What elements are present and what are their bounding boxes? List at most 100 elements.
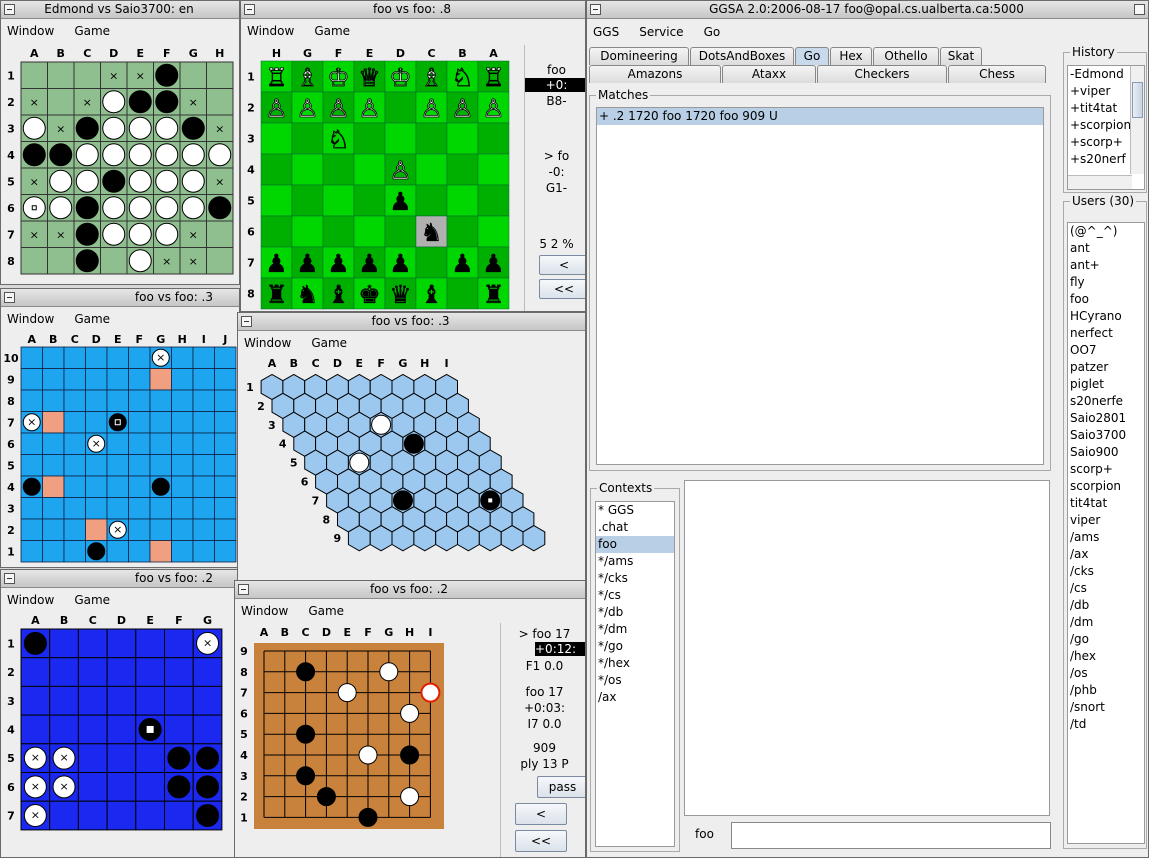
user-item[interactable]: (@^_^) — [1068, 223, 1144, 240]
user-item[interactable]: /os — [1068, 665, 1144, 682]
tab-amazons[interactable]: Amazons — [589, 65, 721, 83]
chat-input[interactable] — [731, 822, 1051, 849]
pass-button[interactable]: pass — [537, 776, 585, 798]
menu-ggs[interactable]: GGS — [593, 25, 619, 39]
menu-go[interactable]: Go — [704, 25, 721, 39]
chess-titlebar[interactable]: foo vs foo: .8 — [241, 1, 585, 19]
menu-window[interactable]: Window — [244, 336, 291, 350]
window-menu-icon[interactable] — [4, 573, 15, 584]
menu-game[interactable]: Game — [308, 604, 344, 618]
matches-list[interactable]: + .2 1720 foo 1720 foo 909 U — [596, 107, 1044, 465]
user-item[interactable]: /snort — [1068, 699, 1144, 716]
window-menu-icon[interactable] — [241, 316, 252, 327]
menu-game[interactable]: Game — [311, 336, 347, 350]
user-item[interactable]: nerfect — [1068, 325, 1144, 342]
user-item[interactable]: scorp+ — [1068, 461, 1144, 478]
menu-window[interactable]: Window — [247, 24, 294, 38]
menu-window[interactable]: Window — [7, 593, 54, 607]
back-button[interactable]: < — [515, 803, 567, 825]
dots-titlebar[interactable]: foo vs foo: .2 — [1, 570, 239, 588]
history-hscrollbar[interactable] — [1068, 175, 1132, 189]
tab-checkers[interactable]: Checkers — [817, 65, 947, 83]
user-item[interactable]: /go — [1068, 631, 1144, 648]
user-item[interactable]: scorpion — [1068, 478, 1144, 495]
menu-game[interactable]: Game — [74, 593, 110, 607]
user-item[interactable]: ant — [1068, 240, 1144, 257]
user-item[interactable]: piglet — [1068, 376, 1144, 393]
context-item[interactable]: */ams — [596, 553, 674, 570]
menu-game[interactable]: Game — [74, 24, 110, 38]
user-item[interactable]: /cs — [1068, 580, 1144, 597]
othello-titlebar[interactable]: Edmond vs Saio3700: en — [1, 1, 239, 19]
user-item[interactable]: viper — [1068, 512, 1144, 529]
menu-window[interactable]: Window — [241, 604, 288, 618]
amazons-titlebar[interactable]: foo vs foo: .3 — [1, 289, 239, 307]
user-item[interactable]: Saio3700 — [1068, 427, 1144, 444]
context-item[interactable]: * GGS — [596, 502, 674, 519]
user-item[interactable]: /cks — [1068, 563, 1144, 580]
user-item[interactable]: fly — [1068, 274, 1144, 291]
context-item[interactable]: */cks — [596, 570, 674, 587]
menu-window[interactable]: Window — [7, 312, 54, 326]
tab-domineering[interactable]: Domineering — [589, 47, 689, 65]
history-scrollbar[interactable] — [1130, 66, 1144, 174]
context-item[interactable]: */cs — [596, 587, 674, 604]
user-item[interactable]: /td — [1068, 716, 1144, 733]
window-menu-icon[interactable] — [590, 4, 601, 15]
user-item[interactable]: /ams — [1068, 529, 1144, 546]
context-item[interactable]: */db — [596, 604, 674, 621]
user-item[interactable]: /phb — [1068, 682, 1144, 699]
user-item[interactable]: /ax — [1068, 546, 1144, 563]
hex-titlebar[interactable]: foo vs foo: .3 — [238, 313, 585, 331]
window-menu-icon[interactable] — [238, 584, 249, 595]
user-item[interactable]: /hex — [1068, 648, 1144, 665]
menu-window[interactable]: Window — [7, 24, 54, 38]
back-fast-button[interactable]: << — [515, 830, 567, 852]
user-item[interactable]: /dm — [1068, 614, 1144, 631]
tab-ataxx[interactable]: Ataxx — [722, 65, 816, 83]
context-item[interactable]: */go — [596, 638, 674, 655]
context-item[interactable]: foo — [596, 536, 674, 553]
back-button[interactable]: < — [539, 255, 585, 275]
user-item[interactable]: s20nerfe — [1068, 393, 1144, 410]
player-1-name: > foo 17 — [518, 627, 571, 641]
context-item[interactable]: .chat — [596, 519, 674, 536]
history-list[interactable]: -Edmond +viper +tit4tat +scorpion +scorp+ +s2… — [1067, 65, 1145, 190]
amazons-square — [192, 368, 215, 391]
context-item[interactable]: /ax — [596, 689, 674, 706]
user-item[interactable]: OO7 — [1068, 342, 1144, 359]
amazons-square — [214, 368, 237, 391]
menu-service[interactable]: Service — [639, 25, 683, 39]
tab-go[interactable]: Go — [795, 47, 829, 65]
match-item[interactable]: + .2 1720 foo 1720 foo 909 U — [597, 108, 1043, 125]
menu-game[interactable]: Game — [74, 312, 110, 326]
tab-othello[interactable]: Othello — [873, 47, 939, 65]
menu-game[interactable]: Game — [314, 24, 350, 38]
window-menu-icon[interactable] — [244, 4, 255, 15]
user-item[interactable]: /db — [1068, 597, 1144, 614]
tab-chess[interactable]: Chess — [948, 65, 1046, 83]
scroll-thumb[interactable] — [1132, 82, 1143, 118]
maximize-icon[interactable] — [1134, 4, 1145, 15]
go-titlebar[interactable]: foo vs foo: .2 — [235, 581, 585, 599]
context-item[interactable]: */hex — [596, 655, 674, 672]
user-item[interactable]: foo — [1068, 291, 1144, 308]
user-item[interactable]: Saio2801 — [1068, 410, 1144, 427]
users-list[interactable]: (@^_^) ant ant+ fly foo HCyrano nerfect OO7 patz… — [1067, 222, 1145, 844]
board-square — [164, 714, 194, 745]
tab-hex[interactable]: Hex — [830, 47, 872, 65]
contexts-list[interactable]: * GGS .chat foo */ams */cks */cs */db */dm */go *… — [595, 501, 675, 847]
user-item[interactable]: Saio900 — [1068, 444, 1144, 461]
user-item[interactable]: ant+ — [1068, 257, 1144, 274]
tab-skat[interactable]: Skat — [940, 47, 982, 65]
ggsa-titlebar[interactable]: GGSA 2.0:2006-08-17 foo@opal.cs.ualberta… — [587, 1, 1148, 19]
tab-dotsandboxes[interactable]: DotsAndBoxes — [690, 47, 794, 65]
user-item[interactable]: tit4tat — [1068, 495, 1144, 512]
user-item[interactable]: patzer — [1068, 359, 1144, 376]
window-menu-icon[interactable] — [4, 4, 15, 15]
context-item[interactable]: */os — [596, 672, 674, 689]
user-item[interactable]: HCyrano — [1068, 308, 1144, 325]
back-fast-button[interactable]: << — [539, 279, 585, 299]
window-menu-icon[interactable] — [4, 292, 15, 303]
context-item[interactable]: */dm — [596, 621, 674, 638]
